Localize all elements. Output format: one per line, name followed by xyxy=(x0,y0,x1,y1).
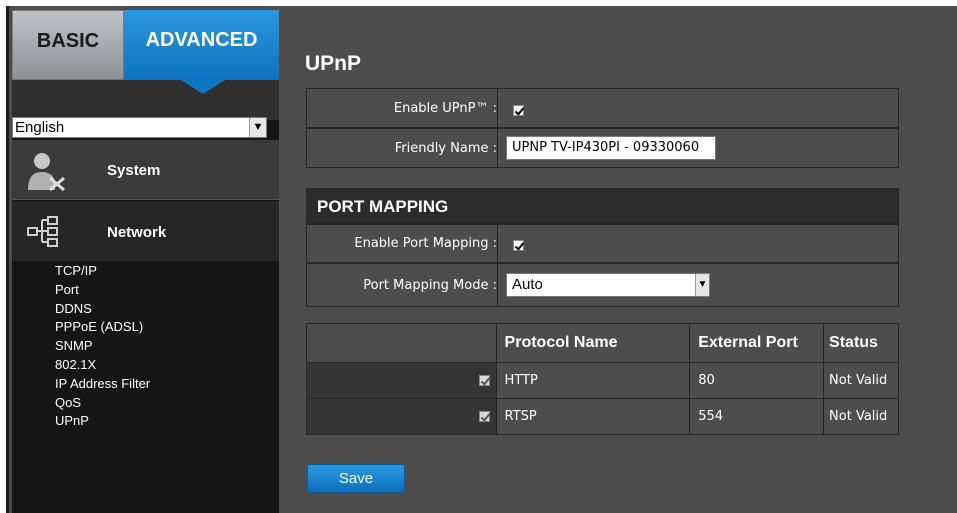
sidebar-item-network[interactable]: Network xyxy=(12,201,279,261)
tab-basic[interactable]: BASIC xyxy=(12,10,124,80)
submenu-item-tcpip[interactable]: TCP/IP xyxy=(12,262,279,281)
row-divider xyxy=(497,264,498,306)
column-header-status: Status xyxy=(823,323,899,363)
port-mapping-mode-select[interactable]: Auto ▼ xyxy=(506,273,710,297)
row-divider xyxy=(497,89,498,127)
enable-port-mapping-checkbox[interactable] xyxy=(513,240,524,251)
row-checkbox[interactable] xyxy=(478,411,490,422)
sidebar-item-system[interactable]: System xyxy=(12,140,279,200)
page-title: UPnP xyxy=(305,52,362,75)
enable-upnp-row: Enable UPnP™ : xyxy=(306,88,899,128)
protocol-cell: RTSP xyxy=(495,398,691,435)
column-header-protocol-name: Protocol Name xyxy=(495,323,691,363)
row-divider xyxy=(497,129,498,167)
submenu-item-ddns[interactable]: DDNS xyxy=(12,300,279,319)
friendly-name-row: Friendly Name : UPNP TV-IP430PI - 093300… xyxy=(306,128,899,168)
main-content: UPnP Enable UPnP™ : Friendly Name : UPNP… xyxy=(279,10,957,513)
table-row: RTSP 554 Not Valid xyxy=(306,398,899,435)
chevron-down-icon: ▼ xyxy=(695,274,709,296)
sidebar-item-system-label: System xyxy=(107,162,161,179)
submenu-item-ip-address-filter[interactable]: IP Address Filter xyxy=(12,375,279,394)
submenu-item-qos[interactable]: QoS xyxy=(12,394,279,413)
row-checkbox[interactable] xyxy=(478,375,490,386)
mode-tabs: BASIC ADVANCED xyxy=(12,10,279,80)
sidebar-item-network-label: Network xyxy=(107,224,167,241)
active-tab-pointer xyxy=(181,80,225,94)
port-mapping-header: PORT MAPPING xyxy=(306,188,899,224)
status-cell: Not Valid xyxy=(823,362,899,399)
language-select[interactable]: English ▼ xyxy=(12,117,267,138)
port-mapping-mode-label: Port Mapping Mode : xyxy=(363,278,497,293)
enable-upnp-label: Enable UPnP™ : xyxy=(393,101,497,116)
enable-upnp-checkbox[interactable] xyxy=(513,105,524,116)
chevron-down-icon: ▼ xyxy=(249,118,266,137)
protocol-cell: HTTP xyxy=(495,362,691,399)
external-port-cell: 80 xyxy=(689,362,825,399)
row-select-cell xyxy=(306,398,497,435)
sidebar: BASIC ADVANCED English ▼ System Network … xyxy=(12,10,291,513)
table-row: HTTP 80 Not Valid xyxy=(306,362,899,399)
submenu-item-port[interactable]: Port xyxy=(12,281,279,300)
submenu-item-8021x[interactable]: 802.1X xyxy=(12,356,279,375)
port-mapping-table: Protocol Name External Port Status HTTP … xyxy=(306,323,899,435)
app-frame: BASIC ADVANCED English ▼ System Network … xyxy=(6,6,957,513)
enable-port-mapping-label: Enable Port Mapping : xyxy=(354,236,497,251)
port-mapping-mode-value: Auto xyxy=(512,276,543,293)
row-select-cell xyxy=(306,362,497,399)
column-header-select xyxy=(306,323,497,363)
status-cell: Not Valid xyxy=(823,398,899,435)
friendly-name-input[interactable]: UPNP TV-IP430PI - 09330060 xyxy=(506,136,716,160)
submenu-item-snmp[interactable]: SNMP xyxy=(12,337,279,356)
network-tree-icon xyxy=(27,216,58,247)
network-submenu: TCP/IP Port DDNS PPPoE (ADSL) SNMP 802.1… xyxy=(12,262,279,431)
save-button[interactable]: Save xyxy=(307,464,405,493)
user-tools-icon xyxy=(28,153,65,192)
table-header-row: Protocol Name External Port Status xyxy=(306,323,899,363)
port-mapping-mode-row: Port Mapping Mode : Auto ▼ xyxy=(306,263,899,307)
submenu-item-pppoe[interactable]: PPPoE (ADSL) xyxy=(12,318,279,337)
row-divider xyxy=(497,225,498,262)
tab-advanced[interactable]: ADVANCED xyxy=(124,10,279,80)
friendly-name-label: Friendly Name : xyxy=(394,141,497,156)
column-header-external-port: External Port xyxy=(689,323,825,363)
external-port-cell: 554 xyxy=(689,398,825,435)
submenu-item-upnp[interactable]: UPnP xyxy=(12,412,279,431)
tabs-spacer xyxy=(12,80,279,120)
enable-port-mapping-row: Enable Port Mapping : xyxy=(306,224,899,263)
language-select-value: English xyxy=(15,119,65,136)
